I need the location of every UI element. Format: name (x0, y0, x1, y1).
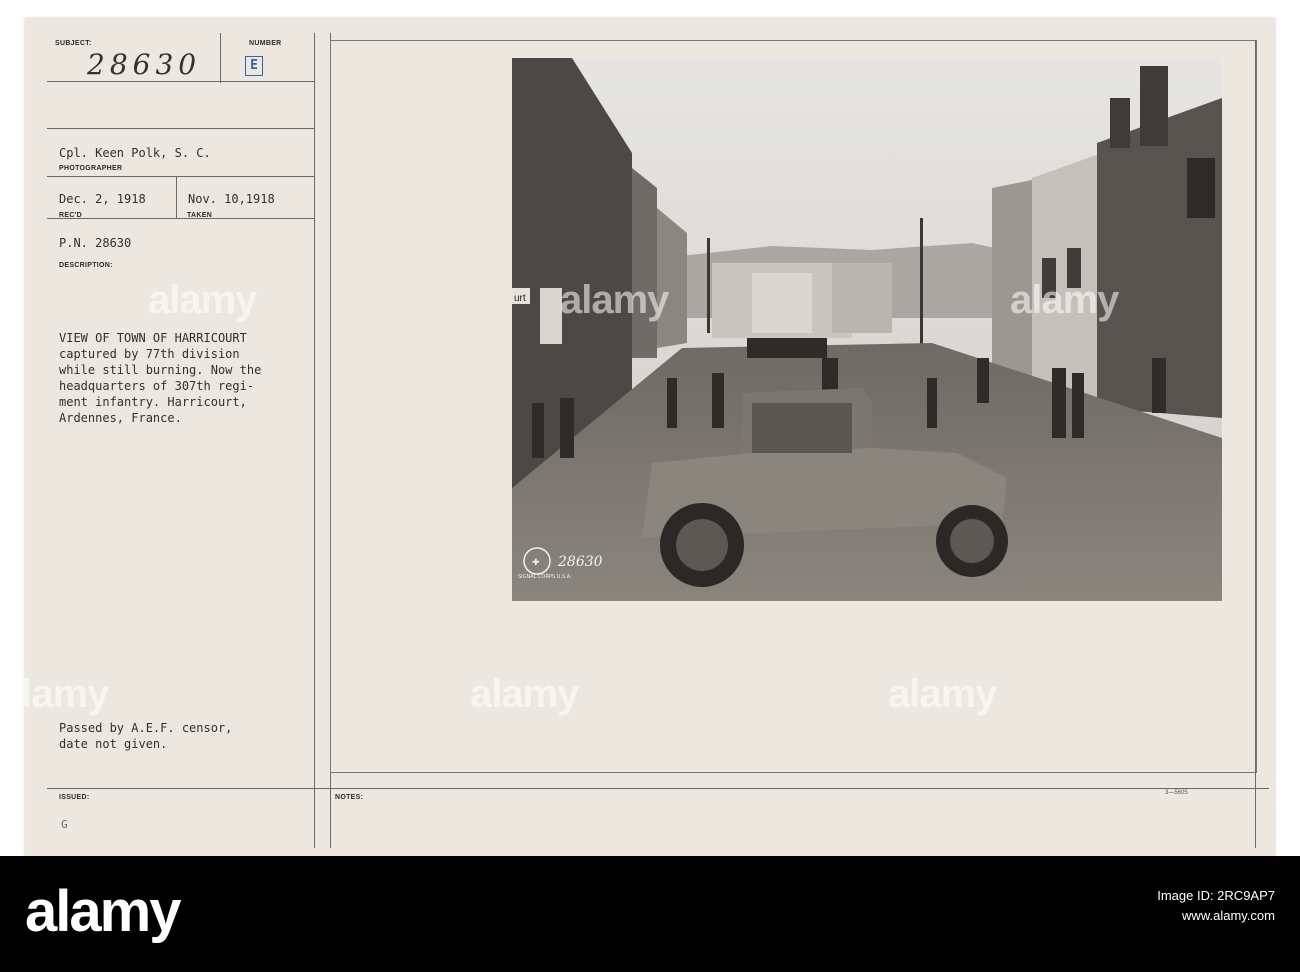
description-line: VIEW OF TOWN OF HARRICOURT (59, 331, 247, 345)
photographer-name: Cpl. Keen Polk, S. C. (59, 146, 211, 160)
watermark: alamy (1010, 278, 1119, 322)
utility-pole (920, 218, 923, 358)
watermark: alamy (888, 672, 997, 716)
signal-corps-mark: ✚ (532, 558, 540, 568)
left-column-divider (314, 33, 315, 848)
photographer-label: PHOTOGRAPHER (59, 165, 123, 172)
description-line: headquarters of 307th regi- (59, 379, 255, 393)
issued-value: G (61, 818, 68, 831)
subject-underline (47, 81, 314, 82)
utility-pole (707, 238, 710, 333)
pn-number: P.N. 28630 (59, 236, 132, 250)
dates-underline (47, 218, 314, 219)
image-id-block: Image ID: 2RC9AP7 www.alamy.com (1157, 886, 1275, 926)
issued-line (47, 788, 314, 789)
right-frame-divider (1255, 40, 1256, 848)
window (1187, 158, 1215, 218)
signal-corps-stamp-text: SIGNAL CORPS U.S.A. (518, 574, 572, 580)
description-line: Ardennes, France. (59, 411, 182, 425)
distant-building (832, 263, 892, 333)
description-label: DESCRIPTION: (59, 262, 113, 269)
street-scene-image: urt ✚ SIGNAL CORPS U.S.A. 28630 (512, 58, 1222, 601)
censor-line: Passed by A.E.F. censor, (59, 721, 233, 735)
street-sign-text: urt (514, 293, 526, 304)
notes-label: NOTES: (335, 794, 364, 801)
watermark: alamy (0, 672, 109, 716)
taken-label: TAKEN (187, 212, 213, 219)
image-id: Image ID: 2RC9AP7 (1157, 888, 1275, 903)
number-label: NUMBER (249, 40, 282, 47)
number-stamp: E (245, 56, 263, 76)
description-line: captured by 77th division (59, 347, 240, 361)
notes-line (314, 788, 1269, 789)
description-text: VIEW OF TOWN OF HARRICOURT captured by 7… (59, 330, 261, 426)
watermark: alamy (470, 672, 579, 716)
received-label: REC'D (59, 212, 82, 219)
watermark: alamy (560, 278, 669, 322)
censor-note: Passed by A.E.F. censor, date not given. (59, 720, 232, 752)
taken-date: Nov. 10,1918 (188, 192, 275, 206)
alamy-logo: alamy (25, 879, 181, 944)
watermark: alamy (148, 278, 257, 322)
posted-sign (540, 288, 562, 344)
subject-number-handwritten: 28630 (87, 48, 202, 81)
chimney (1140, 66, 1168, 146)
subject-number-divider (220, 33, 221, 83)
photographer-underline (47, 176, 314, 177)
plate-number: 28630 (557, 554, 603, 570)
site-url: www.alamy.com (1182, 908, 1275, 923)
dates-divider (176, 176, 177, 219)
received-date: Dec. 2, 1918 (59, 192, 146, 206)
description-line: while still burning. Now the (59, 363, 262, 377)
chimney (1110, 98, 1130, 148)
stock-footer-bar: alamy Image ID: 2RC9AP7 www.alamy.com (0, 856, 1300, 972)
distant-building (752, 273, 812, 333)
description-line: ment infantry. Harricourt, (59, 395, 247, 409)
censor-line: date not given. (59, 737, 168, 751)
issued-label: ISSUED: (59, 794, 90, 801)
subject-label: SUBJECT: (55, 40, 92, 47)
street-photograph: urt ✚ SIGNAL CORPS U.S.A. 28630 (512, 58, 1222, 601)
photographer-top-line (47, 128, 314, 129)
left-building-mid (632, 168, 657, 358)
form-code: 3—5605 (1165, 790, 1188, 796)
